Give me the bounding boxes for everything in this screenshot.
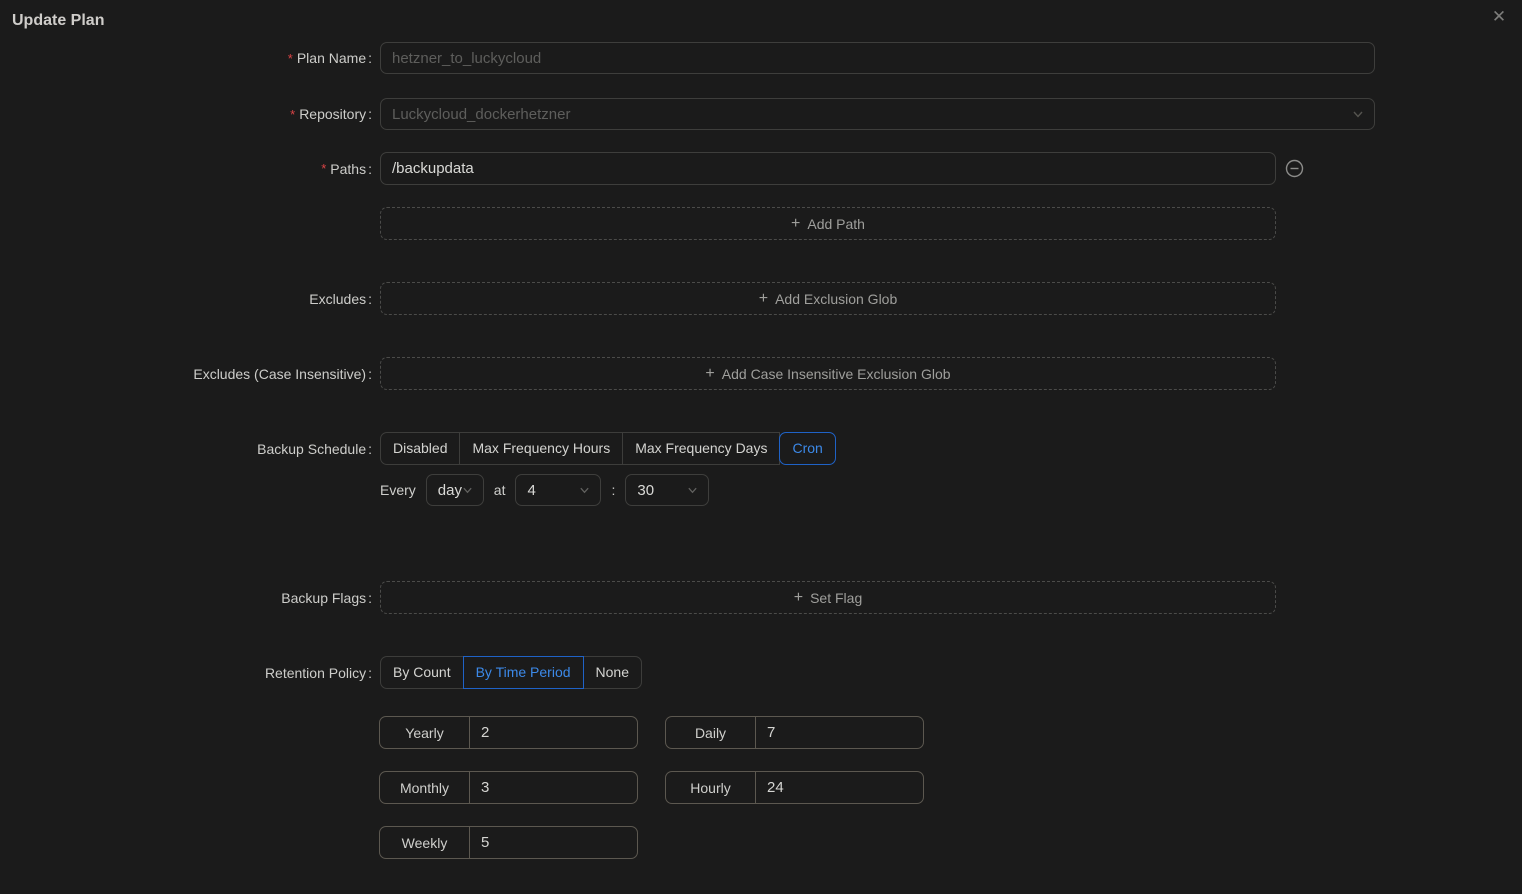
retention-yearly-label: Yearly xyxy=(380,717,470,748)
required-asterisk: * xyxy=(321,162,326,175)
retention-yearly-input[interactable] xyxy=(470,717,637,748)
excludes-label: Excludes xyxy=(309,291,366,307)
required-asterisk: * xyxy=(288,52,293,65)
retention-field-daily: Daily xyxy=(665,716,924,749)
row-paths: * Paths : xyxy=(0,152,1522,185)
repository-label: Repository xyxy=(299,106,366,122)
set-flag-label: Set Flag xyxy=(810,590,862,606)
retention-daily-input[interactable] xyxy=(756,717,923,748)
cron-period-value: day xyxy=(438,482,462,499)
plus-icon: + xyxy=(705,366,714,382)
chevron-down-icon xyxy=(579,485,590,496)
schedule-option-max-frequency-days[interactable]: Max Frequency Days xyxy=(622,432,780,465)
retention-field-monthly: Monthly xyxy=(379,771,638,804)
row-backup-flags: Backup Flags : + Set Flag xyxy=(0,581,1522,614)
plus-icon: + xyxy=(794,590,803,606)
backup-flags-label: Backup Flags xyxy=(281,590,366,606)
cron-period-select[interactable]: day xyxy=(426,474,484,506)
label-colon: : xyxy=(368,590,372,606)
add-ci-exclusion-glob-label: Add Case Insensitive Exclusion Glob xyxy=(722,366,951,382)
minus-circle-icon xyxy=(1285,159,1304,178)
retention-option-by-count[interactable]: By Count xyxy=(380,656,464,689)
cron-time-separator: : xyxy=(611,482,615,498)
required-asterisk: * xyxy=(290,108,295,121)
add-path-button[interactable]: + Add Path xyxy=(380,207,1276,240)
add-path-label: Add Path xyxy=(807,216,865,232)
row-plan-name: * Plan Name : xyxy=(0,42,1522,74)
retention-policy-label: Retention Policy xyxy=(265,665,366,681)
path-input[interactable] xyxy=(380,152,1276,185)
retention-policy-radio-group: By Count By Time Period None xyxy=(380,656,642,689)
row-add-path: + Add Path xyxy=(0,207,1522,240)
retention-weekly-input[interactable] xyxy=(470,827,637,858)
add-exclusion-glob-button[interactable]: + Add Exclusion Glob xyxy=(380,282,1276,315)
excludes-ci-label: Excludes (Case Insensitive) xyxy=(193,366,366,382)
cron-hour-value: 4 xyxy=(527,482,535,499)
repository-select-value: Luckycloud_dockerhetzner xyxy=(392,106,570,123)
backup-schedule-radio-group: Disabled Max Frequency Hours Max Frequen… xyxy=(380,432,836,465)
cron-every-label: Every xyxy=(380,482,416,498)
chevron-down-icon xyxy=(1352,108,1364,120)
plan-name-label: Plan Name xyxy=(297,50,366,66)
row-retention-fields: Yearly Daily Monthly Hourly xyxy=(0,716,1522,859)
retention-monthly-input[interactable] xyxy=(470,772,637,803)
label-colon: : xyxy=(368,366,372,382)
retention-field-weekly: Weekly xyxy=(379,826,638,859)
retention-monthly-label: Monthly xyxy=(380,772,470,803)
row-retention-policy: Retention Policy : By Count By Time Peri… xyxy=(0,656,1522,689)
modal-title: Update Plan xyxy=(12,12,104,30)
add-case-insensitive-exclusion-glob-button[interactable]: + Add Case Insensitive Exclusion Glob xyxy=(380,357,1276,390)
retention-daily-label: Daily xyxy=(666,717,756,748)
retention-hourly-label: Hourly xyxy=(666,772,756,803)
label-colon: : xyxy=(368,665,372,681)
update-plan-modal: Update Plan ✕ * Plan Name : * Repository… xyxy=(0,0,1522,894)
paths-label: Paths xyxy=(330,161,366,177)
remove-path-button[interactable] xyxy=(1285,159,1304,178)
row-excludes: Excludes : + Add Exclusion Glob xyxy=(0,282,1522,315)
set-flag-button[interactable]: + Set Flag xyxy=(380,581,1276,614)
retention-option-none[interactable]: None xyxy=(583,656,642,689)
label-colon: : xyxy=(368,441,372,457)
chevron-down-icon xyxy=(687,485,698,496)
retention-option-by-time-period[interactable]: By Time Period xyxy=(463,656,584,689)
retention-fields-grid: Yearly Daily Monthly Hourly xyxy=(379,716,924,859)
row-backup-schedule: Backup Schedule : Disabled Max Frequency… xyxy=(0,432,1522,465)
label-colon: : xyxy=(368,106,372,122)
add-exclusion-glob-label: Add Exclusion Glob xyxy=(775,291,897,307)
label-colon: : xyxy=(368,161,372,177)
retention-field-hourly: Hourly xyxy=(665,771,924,804)
plus-icon: + xyxy=(791,216,800,232)
schedule-option-max-frequency-hours[interactable]: Max Frequency Hours xyxy=(459,432,623,465)
update-plan-form: * Plan Name : * Repository : Luckycloud_… xyxy=(0,42,1522,881)
cron-hour-select[interactable]: 4 xyxy=(515,474,601,506)
schedule-option-disabled[interactable]: Disabled xyxy=(380,432,460,465)
row-repository: * Repository : Luckycloud_dockerhetzner xyxy=(0,98,1522,130)
retention-hourly-input[interactable] xyxy=(756,772,923,803)
retention-weekly-label: Weekly xyxy=(380,827,470,858)
plus-icon: + xyxy=(759,291,768,307)
repository-select: Luckycloud_dockerhetzner xyxy=(380,98,1375,130)
row-excludes-case-insensitive: Excludes (Case Insensitive) : + Add Case… xyxy=(0,357,1522,390)
backup-schedule-label: Backup Schedule xyxy=(257,441,366,457)
cron-minute-select[interactable]: 30 xyxy=(625,474,709,506)
close-icon[interactable]: ✕ xyxy=(1486,4,1512,30)
retention-field-yearly: Yearly xyxy=(379,716,638,749)
row-cron-settings: Every day at 4 : 30 xyxy=(0,474,1522,506)
chevron-down-icon xyxy=(462,485,473,496)
label-colon: : xyxy=(368,291,372,307)
label-colon: : xyxy=(368,50,372,66)
schedule-option-cron[interactable]: Cron xyxy=(779,432,835,465)
cron-minute-value: 30 xyxy=(637,482,654,499)
cron-at-label: at xyxy=(494,482,506,498)
plan-name-input xyxy=(380,42,1375,74)
